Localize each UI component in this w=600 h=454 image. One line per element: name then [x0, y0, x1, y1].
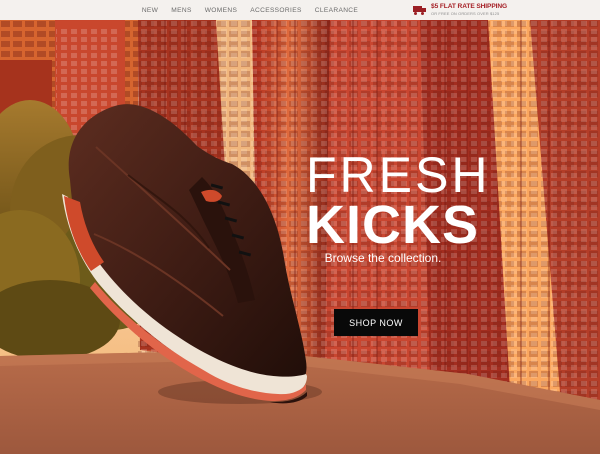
- truck-icon: [413, 5, 427, 15]
- nav-clearance[interactable]: CLEARANCE: [308, 7, 364, 14]
- top-navigation: NEW MENS WOMENS ACCESSORIES CLEARANCE $5…: [0, 0, 600, 20]
- nav-mens[interactable]: MENS: [165, 7, 198, 14]
- shipping-banner[interactable]: $5 FLAT RATE SHIPPING OR FREE ON ORDERS …: [413, 1, 507, 19]
- hero-copy: FRESH KICKS Browse the collection. SHOP …: [306, 147, 491, 336]
- nav-womens[interactable]: WOMENS: [198, 7, 244, 14]
- hero-title-line2: KICKS: [306, 195, 480, 255]
- shop-now-button[interactable]: SHOP NOW: [334, 309, 418, 336]
- hero-banner: FRESH KICKS Browse the collection. SHOP …: [0, 20, 600, 454]
- shipping-headline: $5 FLAT RATE SHIPPING: [431, 3, 508, 11]
- nav-new[interactable]: NEW: [135, 7, 164, 14]
- nav-accessories[interactable]: ACCESSORIES: [244, 7, 308, 14]
- shipping-subline: OR FREE ON ORDERS OVER $125: [431, 10, 500, 16]
- hero-image: [0, 20, 600, 454]
- hero-subtitle: Browse the collection.: [324, 251, 442, 265]
- hero-title-line1: FRESH: [306, 147, 491, 203]
